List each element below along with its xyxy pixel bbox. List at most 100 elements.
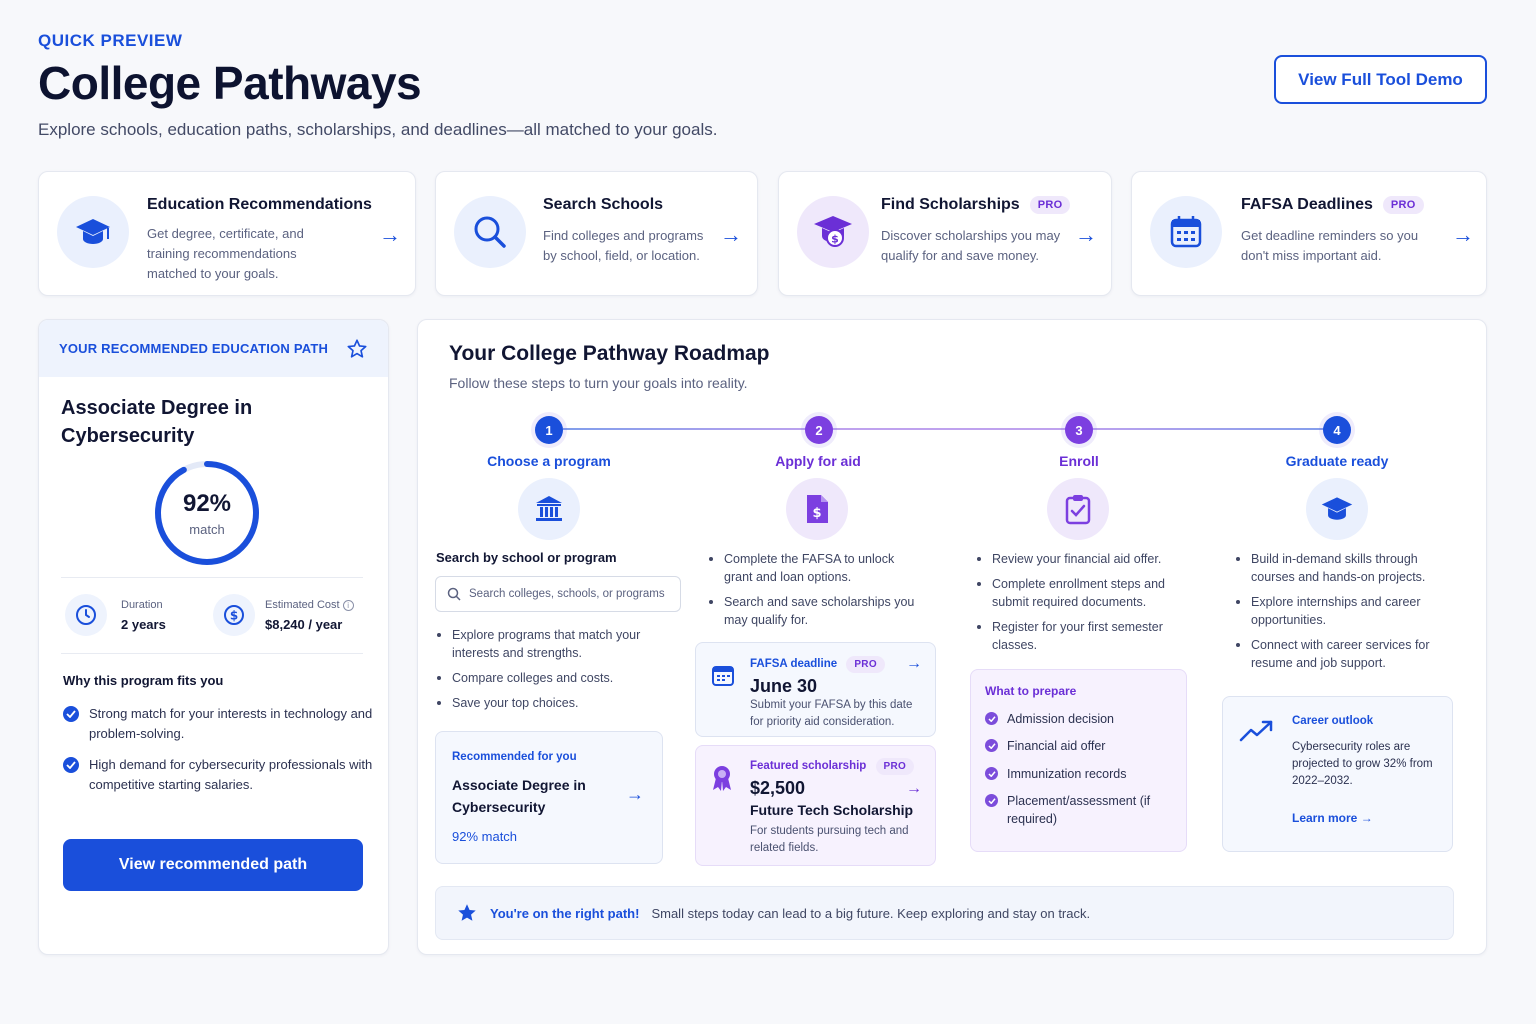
step3-bullets: Review your financial aid offer. Complete… bbox=[975, 550, 1190, 661]
info-icon: i bbox=[342, 600, 354, 611]
recommended-path-panel: YOUR RECOMMENDED EDUCATION PATH Associat… bbox=[38, 319, 389, 955]
learn-more-link[interactable]: Learn more → bbox=[1292, 811, 1373, 825]
roadmap-panel: Your College Pathway Roadmap Follow thes… bbox=[417, 319, 1487, 955]
step-number-4: 4 bbox=[1323, 416, 1351, 444]
match-readout: 92% match bbox=[152, 490, 262, 537]
reason-item: High demand for cybersecurity profession… bbox=[63, 755, 373, 795]
search-label: Search by school or program bbox=[436, 550, 617, 565]
feature-card-find-scholarships[interactable]: $ Find Scholarships PRO Discover scholars… bbox=[778, 171, 1112, 296]
step-label-apply-aid[interactable]: Apply for aid bbox=[718, 453, 918, 469]
prep-item: Financial aid offer bbox=[985, 737, 1105, 755]
svg-text:$: $ bbox=[831, 233, 839, 246]
search-icon bbox=[454, 196, 526, 268]
arrow-right-icon[interactable]: → bbox=[1452, 222, 1474, 248]
step-label-graduate-ready[interactable]: Graduate ready bbox=[1237, 453, 1437, 469]
feature-card-fafsa-deadlines[interactable]: FAFSA Deadlines PRO Get deadline reminder… bbox=[1131, 171, 1487, 296]
divider bbox=[61, 653, 363, 654]
arrow-right-icon: → bbox=[1360, 811, 1373, 825]
view-full-tool-demo-button[interactable]: View Full Tool Demo bbox=[1274, 55, 1487, 104]
star-icon[interactable] bbox=[346, 338, 368, 360]
banner-text: Small steps today can lead to a big futu… bbox=[651, 905, 1091, 921]
duration-value: 2 years bbox=[121, 617, 166, 632]
pro-badge: PRO bbox=[1382, 196, 1424, 214]
scholarship-cap-icon: $ bbox=[797, 196, 869, 268]
step4-bullets: Build in-demand skills through courses a… bbox=[1234, 550, 1439, 679]
check-circle-icon bbox=[985, 739, 998, 752]
cost-value: $8,240 / year bbox=[265, 617, 343, 632]
step-number-1: 1 bbox=[535, 416, 563, 444]
check-circle-icon bbox=[985, 712, 998, 725]
banner-bold: You're on the right path! bbox=[490, 905, 640, 921]
graduation-cap-icon bbox=[1306, 478, 1368, 540]
recommended-for-you-card[interactable]: Recommended for you Associate Degree in C… bbox=[435, 731, 663, 864]
search-input[interactable]: Search colleges, schools, or programs bbox=[435, 576, 681, 612]
scholarship-amount: $2,500 bbox=[750, 778, 806, 798]
document-dollar-icon: $ bbox=[786, 478, 848, 540]
arrow-right-icon[interactable]: → bbox=[906, 655, 922, 673]
calendar-icon bbox=[712, 666, 734, 686]
page-title: College Pathways bbox=[38, 57, 422, 109]
feature-card-education-recommendations[interactable]: Education Recommendations Get degree, ce… bbox=[38, 171, 416, 296]
what-to-prepare-card: What to prepare Admission decision Finan… bbox=[970, 669, 1187, 852]
check-circle-icon bbox=[63, 757, 79, 773]
feature-desc: Find colleges and programs by school, fie… bbox=[543, 228, 704, 263]
check-circle-icon bbox=[985, 767, 998, 780]
degree-title: Associate Degree in Cybersecurity bbox=[61, 397, 253, 447]
step-label-choose-program[interactable]: Choose a program bbox=[449, 453, 649, 469]
star-icon bbox=[458, 904, 476, 921]
match-percent: 92% bbox=[182, 490, 232, 517]
dollar-icon: $ bbox=[213, 594, 255, 636]
duration-label: Duration bbox=[121, 599, 163, 611]
recommended-degree: Associate Degree in Cybersecurity bbox=[452, 777, 586, 815]
check-circle-icon bbox=[63, 706, 79, 722]
calendar-icon bbox=[1150, 196, 1222, 268]
featured-scholarship-card[interactable]: Featured scholarship PRO $2,500 Future T… bbox=[695, 745, 936, 866]
search-icon bbox=[447, 587, 461, 601]
feature-desc: Get degree, certificate, and training rec… bbox=[147, 226, 304, 281]
feature-title: Find Scholarships PRO bbox=[881, 196, 1071, 214]
career-outlook-card: Career outlook Cybersecurity roles are p… bbox=[1222, 696, 1453, 852]
arrow-right-icon[interactable]: → bbox=[379, 222, 401, 248]
check-circle-icon bbox=[985, 794, 998, 807]
pro-badge: PRO bbox=[1029, 196, 1071, 214]
fafsa-date: June 30 bbox=[750, 676, 818, 696]
fafsa-deadline-label: FAFSA deadline PRO bbox=[750, 656, 885, 673]
feature-card-search-schools[interactable]: Search Schools Find colleges and program… bbox=[435, 171, 758, 296]
step-number-3: 3 bbox=[1065, 416, 1093, 444]
clipboard-check-icon bbox=[1047, 478, 1109, 540]
cost-label: Estimated Cost i bbox=[265, 599, 354, 611]
why-title: Why this program fits you bbox=[63, 673, 224, 688]
roadmap-subtitle: Follow these steps to turn your goals in… bbox=[449, 375, 748, 391]
career-outlook-label: Career outlook bbox=[1292, 715, 1374, 727]
arrow-right-icon[interactable]: → bbox=[626, 784, 644, 805]
match-label: match bbox=[189, 522, 225, 537]
divider bbox=[61, 577, 363, 578]
view-recommended-path-button[interactable]: View recommended path bbox=[63, 839, 363, 891]
prep-item: Immunization records bbox=[985, 765, 1127, 783]
clock-icon bbox=[65, 594, 107, 636]
step-label-enroll[interactable]: Enroll bbox=[979, 453, 1179, 469]
trending-up-icon bbox=[1239, 720, 1273, 742]
feature-desc: Discover scholarships you may qualify for… bbox=[881, 228, 1061, 263]
recommended-path-heading: YOUR RECOMMENDED EDUCATION PATH bbox=[59, 341, 329, 356]
encouragement-banner: You're on the right path! Small steps to… bbox=[435, 886, 1454, 940]
scholarship-desc: For students pursuing tech and related f… bbox=[750, 825, 909, 854]
fafsa-deadline-card[interactable]: FAFSA deadline PRO June 30 Submit your F… bbox=[695, 642, 936, 737]
reason-item: Strong match for your interests in techn… bbox=[63, 704, 373, 744]
page-subtitle: Explore schools, education paths, schola… bbox=[38, 120, 718, 139]
arrow-right-icon[interactable]: → bbox=[1075, 222, 1097, 248]
arrow-right-icon[interactable]: → bbox=[906, 780, 922, 798]
feature-title: Search Schools bbox=[543, 196, 664, 213]
institution-icon bbox=[518, 478, 580, 540]
featured-scholarship-label: Featured scholarship PRO bbox=[750, 758, 915, 775]
recommended-for-you-label: Recommended for you bbox=[452, 751, 577, 763]
recommended-path-header: YOUR RECOMMENDED EDUCATION PATH bbox=[39, 320, 388, 377]
prep-item: Placement/assessment (if required) bbox=[985, 792, 1155, 828]
arrow-right-icon[interactable]: → bbox=[720, 222, 742, 248]
graduation-cap-icon bbox=[57, 196, 129, 268]
recommended-match: 92% match bbox=[452, 829, 518, 844]
svg-text:$: $ bbox=[812, 506, 821, 521]
award-ribbon-icon bbox=[713, 766, 731, 791]
scholarship-name: Future Tech Scholarship bbox=[750, 802, 914, 818]
roadmap-progress-line bbox=[563, 428, 1337, 430]
